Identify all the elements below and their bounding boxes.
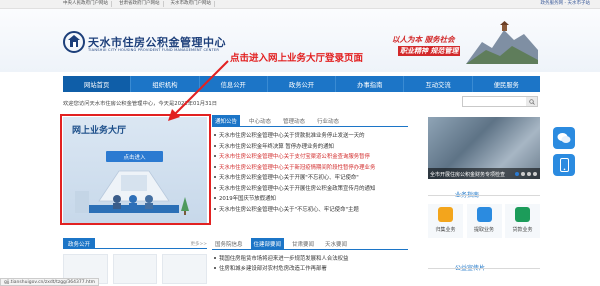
- gov-affairs-tile[interactable]: [112, 254, 158, 284]
- tab-management-news[interactable]: 管理动态: [280, 115, 308, 126]
- slide-dot[interactable]: [521, 172, 525, 176]
- top-links: 中央人民政府门户网站 甘肃省政府门户网站 天水市政府门户网站: [60, 1, 215, 7]
- top-link-gansu-gov[interactable]: 甘肃省政府门户网站: [116, 1, 164, 7]
- top-strip: 中央人民政府门户网站 甘肃省政府门户网站 天水市政府门户网站 政务服务网 - 天…: [0, 0, 600, 9]
- news-item[interactable]: 天水市住房公积金管理中心关于"不忘初心、牢记使命"主题: [212, 204, 408, 215]
- main-nav: 网站首页 组织机构 信息公开 政务公开 办事指南 互动交流 便民服务: [63, 76, 540, 92]
- news-tabs: 通知公告 中心动态 管理动态 行业动态: [212, 115, 408, 127]
- gov-affairs-header: 政务公开 更多>>: [63, 238, 207, 249]
- search-input[interactable]: [462, 96, 538, 107]
- nav-service-guide[interactable]: 办事指南: [336, 76, 405, 92]
- search-button[interactable]: [526, 97, 537, 106]
- wechat-icon: [557, 133, 571, 143]
- annotation-arrow-icon: [168, 60, 229, 121]
- guide-withdrawal[interactable]: 提取业务: [466, 204, 502, 238]
- tab-mohurd-news[interactable]: 住建部要闻: [250, 238, 285, 249]
- guide-loan[interactable]: 贷款业务: [505, 204, 540, 238]
- guide-divider: [428, 195, 540, 196]
- gov-service-link[interactable]: 政务服务网 - 天水市子站: [541, 1, 590, 7]
- slogan-line-2: 职业精神 规范管理: [398, 46, 461, 56]
- news-item[interactable]: 天水市住房公积金管理中心关于开展"不忘初心、牢记使命": [212, 172, 408, 183]
- business-guide: 归集业务 提取业务 贷款业务: [428, 204, 540, 238]
- slide-dot[interactable]: [533, 172, 537, 176]
- external-news-list: 我国住房租赁市场将迎来进一步规范发展和人合法权益 住房和城乡建设部对农村危房改造…: [212, 253, 408, 273]
- highlight-box: [60, 114, 211, 225]
- gov-affairs-title[interactable]: 政务公开: [63, 238, 96, 249]
- mobile-float-button[interactable]: [553, 154, 575, 176]
- tab-gansu-news[interactable]: 甘肃要闻: [289, 238, 317, 249]
- news-item[interactable]: 我国住房租赁市场将迎来进一步规范发展和人合法权益: [212, 253, 408, 263]
- collection-icon: [438, 207, 453, 222]
- guide-collection[interactable]: 归集业务: [428, 204, 463, 238]
- news-item[interactable]: 天水市住房公积金管理中心关于贷款批准业务停止发送一天的: [212, 130, 408, 141]
- browser-status-url: gjj.tianshuigov.cn/zxdt/tzgg/364377.htm: [0, 278, 100, 286]
- news-item[interactable]: 天水市住房公积金管理中心关于新冠疫情期间阶段性暂停办理业务: [212, 162, 408, 173]
- site-logo-subtitle: TIANSHUI CITY HOUSING PROVIDENT FUND MAN…: [88, 48, 220, 52]
- loan-icon: [515, 207, 530, 222]
- wechat-float-button[interactable]: [553, 127, 575, 149]
- nav-convenience[interactable]: 便民服务: [473, 76, 540, 92]
- top-link-central-gov[interactable]: 中央人民政府门户网站: [60, 1, 112, 7]
- gov-affairs-tile[interactable]: [162, 254, 208, 284]
- mobile-phone-icon: [559, 158, 569, 172]
- news-photo-slideshow[interactable]: 全市开展住房公积金财务专项检查: [428, 117, 540, 179]
- slide-dot[interactable]: [527, 172, 531, 176]
- logo-emblem-icon: [63, 31, 85, 53]
- news-item[interactable]: 天水市住房公积金管理中心关于开展住房公积金政策宣传月的通知: [212, 183, 408, 194]
- news-item[interactable]: 2019年国庆节放假通知: [212, 193, 408, 204]
- top-link-tianshui-gov[interactable]: 天水市政府门户网站: [168, 1, 215, 7]
- slideshow-dots: [515, 172, 537, 176]
- nav-gov-affairs[interactable]: 政务公开: [268, 76, 337, 92]
- slide-dot[interactable]: [515, 172, 519, 176]
- tab-notices[interactable]: 通知公告: [212, 115, 241, 126]
- withdrawal-icon: [476, 207, 492, 222]
- slogan-line-1: 以人为本 服务社会: [392, 35, 455, 44]
- news-item[interactable]: 天水市住房公积金年终决算 暂停办理业务的通知: [212, 141, 408, 152]
- news-list: 天水市住房公积金管理中心关于贷款批准业务停止发送一天的 天水市住房公积金年终决算…: [212, 130, 408, 214]
- public-divider: [428, 268, 540, 269]
- tab-industry-news[interactable]: 行业动态: [314, 115, 342, 126]
- annotation-text: 点击进入网上业务大厅登录页面: [230, 53, 364, 64]
- news-item[interactable]: 住房和城乡建设部对农村危房改造工作再部署: [212, 263, 408, 273]
- gov-affairs-more-link[interactable]: 更多>>: [190, 241, 207, 247]
- tab-center-news[interactable]: 中心动态: [246, 115, 274, 126]
- search-icon: [528, 98, 535, 105]
- news-item[interactable]: 天水市住房公积金管理中心关于支付宝渠道公积金查询服务暂停: [212, 151, 408, 162]
- external-news-tabs: 国务院信息 住建部要闻 甘肃要闻 天水要闻: [212, 238, 408, 250]
- nav-home[interactable]: 网站首页: [63, 76, 132, 92]
- tab-tianshui-news[interactable]: 天水要闻: [322, 238, 350, 249]
- tab-state-council[interactable]: 国务院信息: [212, 238, 246, 249]
- nav-interaction[interactable]: 互动交流: [404, 76, 473, 92]
- mountain-pagoda-image: [466, 21, 538, 64]
